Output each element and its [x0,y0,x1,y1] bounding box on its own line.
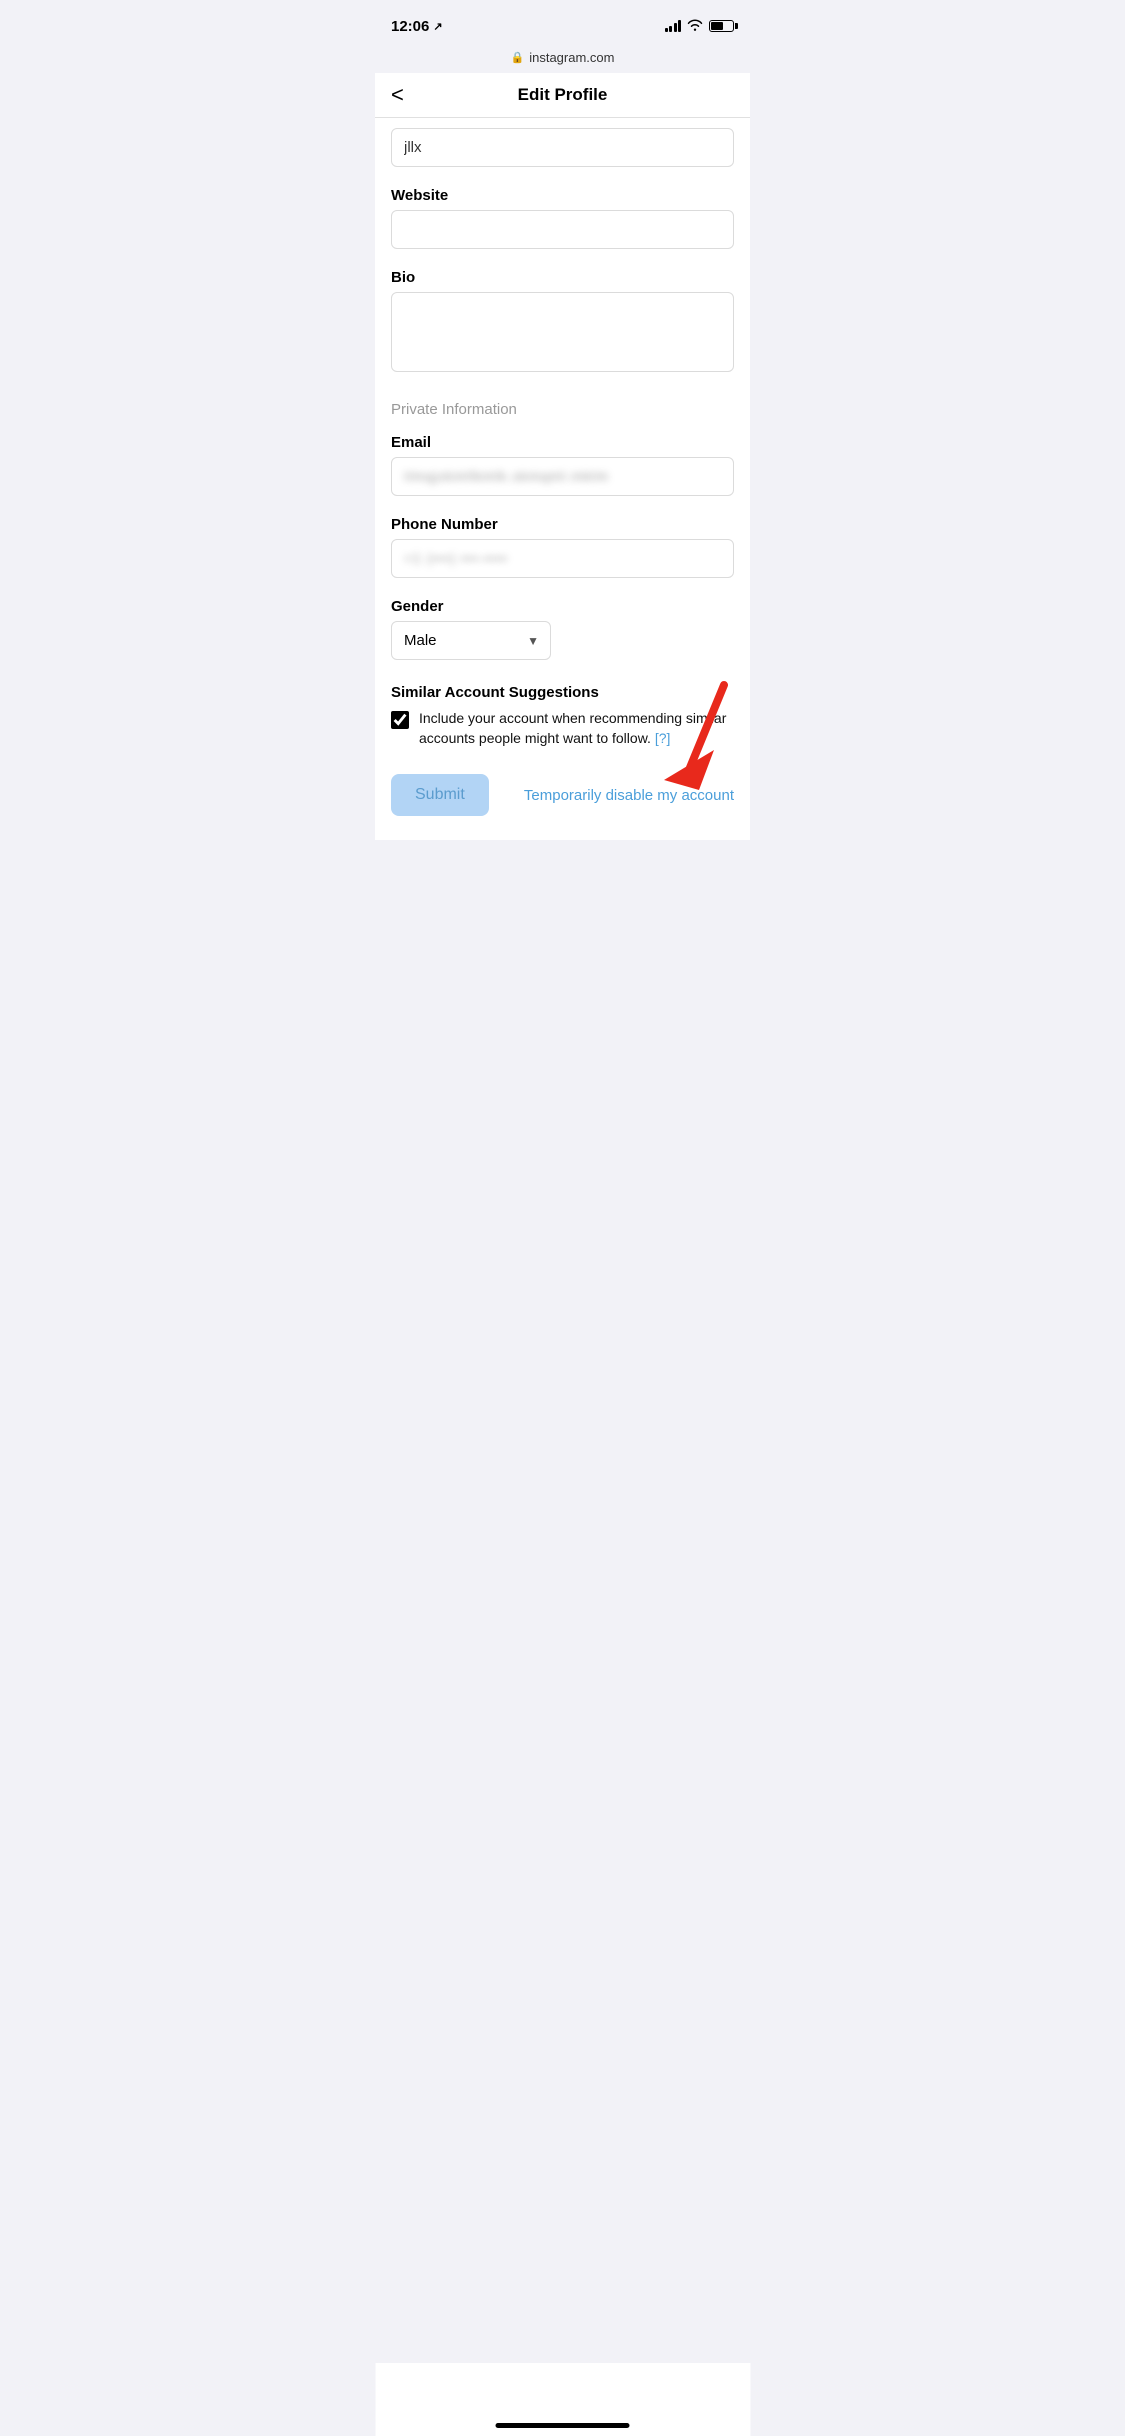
website-input[interactable] [391,210,734,249]
website-field-group: Website [391,177,734,259]
suggestions-checkbox[interactable] [391,711,409,729]
signal-icon [665,20,682,32]
battery-icon [709,20,734,32]
status-bar: 12:06 ↗ [375,0,750,44]
gender-select-wrapper: Male Female Custom Prefer not to say ▼ [391,621,551,660]
browser-bar: 🔒 instagram.com [375,44,750,73]
suggestions-checkbox-row: Include your account when recommending s… [391,709,734,748]
bio-label: Bio [391,269,734,286]
phone-input[interactable]: +1 (•••) •••-•••• [391,539,734,578]
username-input[interactable] [391,128,734,167]
bio-field-group: Bio [391,259,734,387]
time-display: 12:06 [391,18,429,35]
disable-account-link[interactable]: Temporarily disable my account [524,787,734,804]
submit-area: Submit Temporarily disable my account [391,758,734,840]
gender-select[interactable]: Male Female Custom Prefer not to say [391,621,551,660]
url-bar[interactable]: 🔒 instagram.com [511,50,615,65]
email-label: Email [391,434,734,451]
phone-label: Phone Number [391,516,734,533]
back-button[interactable]: < [391,82,404,108]
help-link[interactable]: [?] [655,730,671,746]
website-label: Website [391,187,734,204]
url-text: instagram.com [529,50,614,65]
location-icon: ↗ [433,20,442,33]
suggestions-title: Similar Account Suggestions [391,684,734,701]
edit-profile-header: < Edit Profile [375,73,750,118]
submit-button[interactable]: Submit [391,774,489,816]
bio-input[interactable] [391,292,734,372]
username-field-group [391,118,734,177]
status-icons [665,19,735,34]
gender-field-group: Gender Male Female Custom Prefer not to … [391,588,734,670]
lock-icon: 🔒 [511,51,525,64]
phone-field-group: Phone Number +1 (•••) •••-•••• [391,506,734,588]
suggestions-section: Similar Account Suggestions Include your… [391,670,734,758]
status-time: 12:06 ↗ [391,18,443,35]
suggestions-text: Include your account when recommending s… [419,709,734,748]
email-field-group: Email ilmqjxkmllkmlk.skmqml.mklm [391,424,734,506]
private-info-section-label: Private Information [391,387,734,424]
email-blurred-value: ilmqjxkmllkmlk.skmqml.mklm [404,468,609,484]
gender-label: Gender [391,598,734,615]
form-content: Website Bio Private Information Email il… [375,118,750,840]
phone-blurred-value: +1 (•••) •••-•••• [404,550,508,566]
suggestions-text-content: Include your account when recommending s… [419,710,726,746]
email-input[interactable]: ilmqjxkmllkmlk.skmqml.mklm [391,457,734,496]
wifi-icon [687,19,703,34]
page-title: Edit Profile [518,85,608,105]
